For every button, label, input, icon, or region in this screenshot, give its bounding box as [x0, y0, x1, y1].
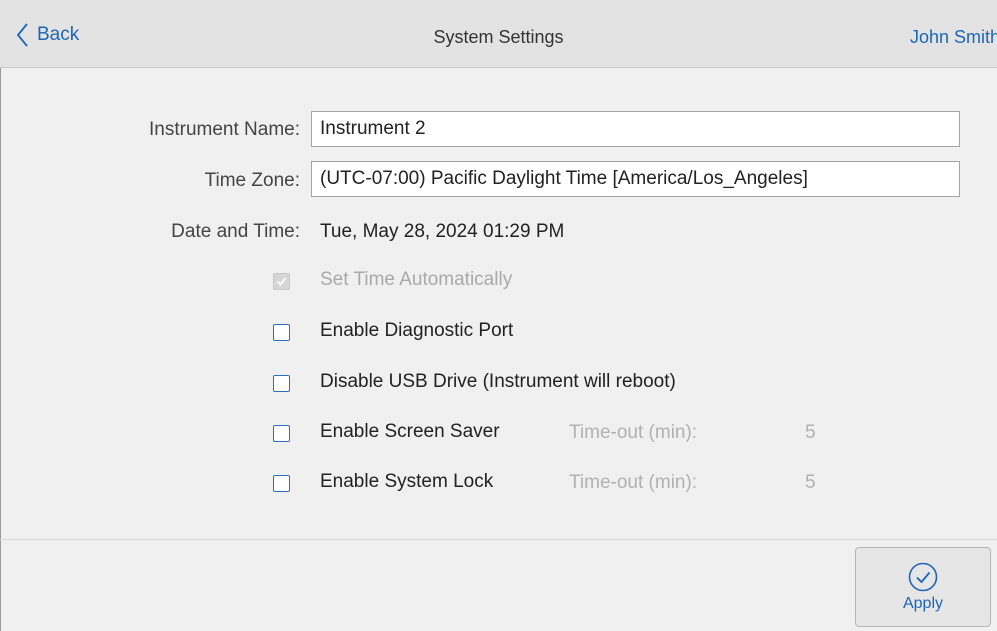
apply-label: Apply	[902, 595, 944, 612]
apply-button[interactable]: Apply	[855, 547, 991, 627]
screen-saver-timeout-label: Time-out (min):	[569, 422, 698, 443]
instrument-name-input[interactable]	[311, 111, 960, 147]
set-time-automatically-label: Set Time Automatically	[320, 269, 513, 290]
enable-system-lock-checkbox[interactable]: Enable System Lock	[273, 470, 493, 496]
system-lock-timeout-value: 5	[805, 472, 816, 493]
enable-diagnostic-port-checkbox[interactable]: Enable Diagnostic Port	[273, 319, 513, 345]
date-time-value: Tue, May 28, 2024 01:29 PM	[320, 221, 565, 242]
instrument-name-label: Instrument Name:	[149, 119, 300, 140]
time-zone-label: Time Zone:	[204, 170, 300, 191]
enable-screen-saver-checkbox[interactable]: Enable Screen Saver	[273, 420, 500, 446]
set-time-automatically-checkbox: Set Time Automatically	[273, 268, 512, 294]
screen-saver-timeout-value: 5	[805, 422, 816, 443]
time-zone-input[interactable]	[311, 161, 960, 197]
checkbox-box[interactable]	[273, 474, 290, 492]
checkbox-box[interactable]	[273, 424, 290, 442]
enable-diagnostic-port-label: Enable Diagnostic Port	[320, 320, 514, 341]
window-frame	[0, 0, 997, 631]
enable-screen-saver-label: Enable Screen Saver	[320, 421, 500, 442]
disable-usb-drive-checkbox[interactable]: Disable USB Drive (Instrument will reboo…	[273, 370, 676, 396]
checkbox-checked-disabled	[273, 272, 290, 290]
enable-system-lock-label: Enable System Lock	[320, 471, 494, 492]
check-circle-icon	[908, 562, 938, 592]
disable-usb-drive-label: Disable USB Drive (Instrument will reboo…	[320, 371, 676, 392]
footer-divider	[0, 539, 997, 540]
header-bar: Back System Settings John Smith	[0, 0, 997, 68]
date-time-label: Date and Time:	[171, 221, 300, 242]
checkbox-box[interactable]	[273, 323, 290, 341]
checkmark-icon	[276, 276, 287, 286]
checkbox-box[interactable]	[273, 374, 290, 392]
system-lock-timeout-label: Time-out (min):	[569, 472, 698, 493]
user-name-link[interactable]: John Smith	[910, 27, 997, 48]
page-title: System Settings	[433, 27, 564, 47]
